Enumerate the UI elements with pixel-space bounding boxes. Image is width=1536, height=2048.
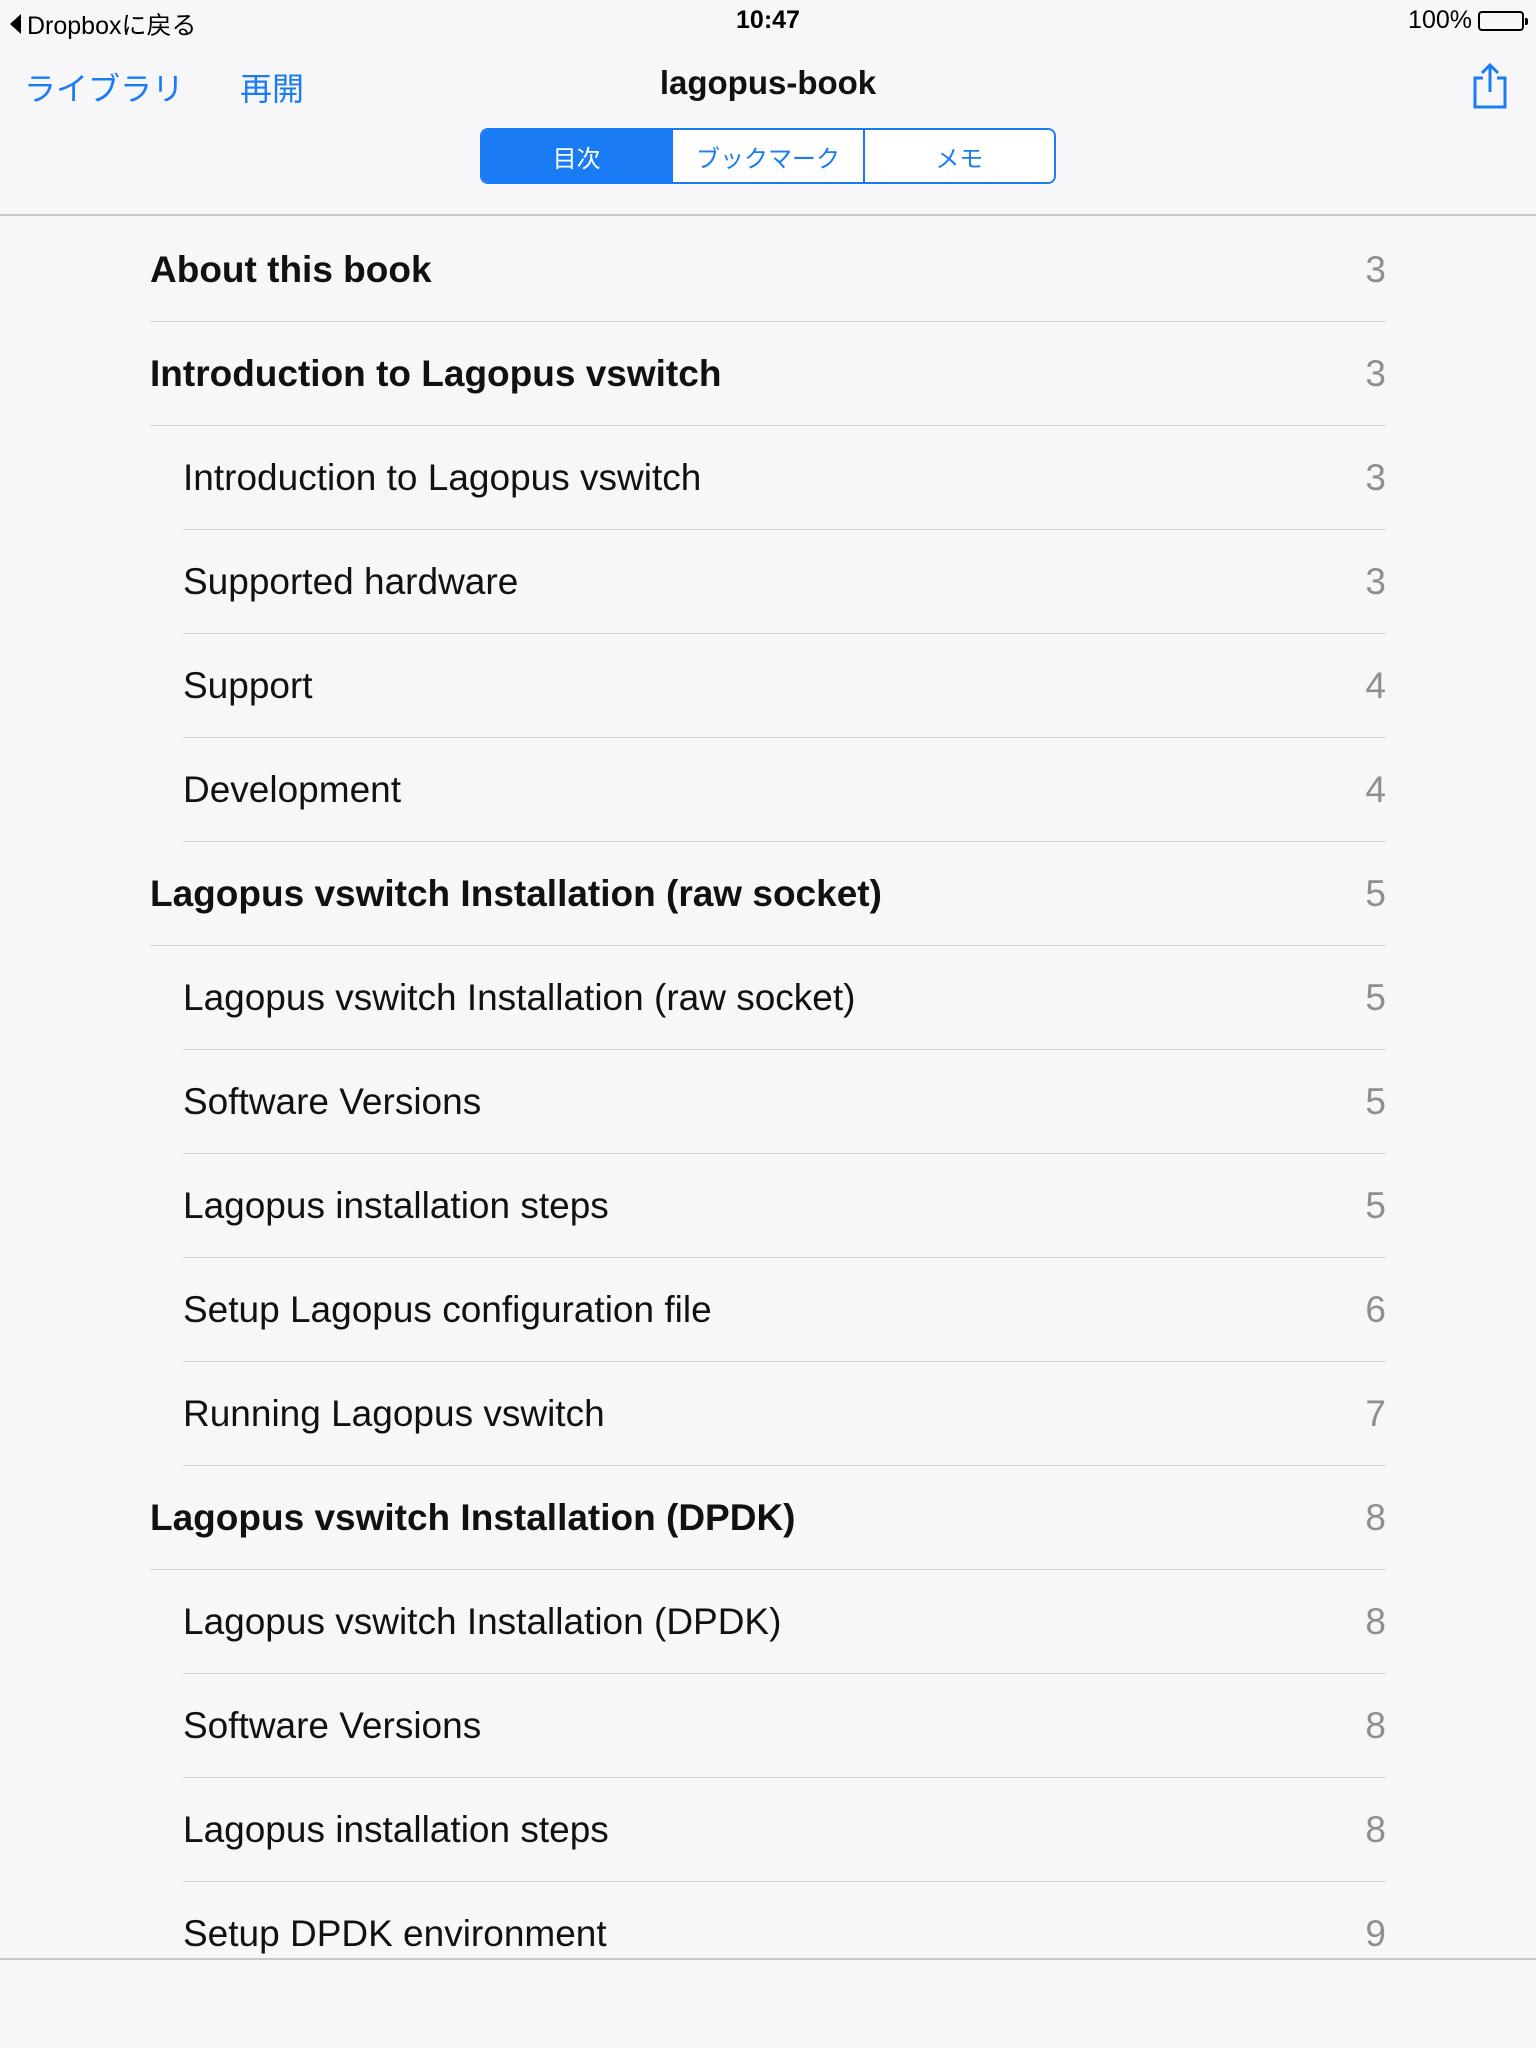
toc-entry-title: Lagopus installation steps (183, 1809, 609, 1850)
toc-section-row[interactable]: Setup Lagopus configuration file 6 (0, 1258, 1536, 1362)
toc-entry-title: Development (183, 769, 402, 810)
toc-segmented-control: 目次 ブックマーク メモ (480, 128, 1056, 184)
tab-contents[interactable]: 目次 (482, 130, 674, 182)
toc-section-row[interactable]: Support 4 (0, 634, 1536, 738)
toc-section-row[interactable]: Supported hardware 3 (0, 530, 1536, 634)
toc-section-row[interactable]: Introduction to Lagopus vswitch 3 (0, 426, 1536, 530)
toc-entry-title: Lagopus vswitch Installation (DPDK) (150, 1497, 796, 1538)
toc-entry-title: Lagopus vswitch Installation (DPDK) (183, 1601, 782, 1642)
toc-section-row[interactable]: Setup DPDK environment 9 (0, 1882, 1536, 1958)
table-of-contents: About this book 3 Introduction to Lagopus … (0, 218, 1536, 1958)
toc-entry-title: About this book (150, 249, 432, 290)
toc-section-row[interactable]: Lagopus installation steps 5 (0, 1154, 1536, 1258)
toc-chapter-row[interactable]: Lagopus vswitch Installation (raw socket… (0, 842, 1536, 946)
toc-page-number: 8 (1365, 1601, 1386, 1642)
toc-section-row[interactable]: Lagopus vswitch Installation (raw socket… (0, 946, 1536, 1050)
book-title: lagopus-book (659, 64, 877, 101)
toc-section-row[interactable]: Development 4 (0, 738, 1536, 842)
toc-entry-title: Lagopus vswitch Installation (raw socket… (150, 873, 882, 914)
battery-percent: 100% (1408, 6, 1472, 34)
toc-entry-title: Supported hardware (183, 561, 519, 602)
share-icon[interactable] (1470, 62, 1510, 110)
tab-notes[interactable]: メモ (864, 130, 1054, 182)
toc-page-number: 3 (1365, 353, 1386, 394)
navigation-bar: ライブラリ 再開 lagopus-book 目次 ブックマーク メモ (0, 40, 1536, 216)
tab-bookmarks[interactable]: ブックマーク (673, 130, 865, 182)
toc-page-number: 5 (1365, 873, 1386, 914)
toc-page-number: 3 (1365, 249, 1386, 290)
status-time: 10:47 (736, 6, 800, 34)
toc-entry-title: Setup DPDK environment (183, 1913, 607, 1954)
toc-section-row[interactable]: Software Versions 8 (0, 1674, 1536, 1778)
toc-entry-title: Setup Lagopus configuration file (183, 1289, 712, 1330)
toc-page-number: 7 (1365, 1393, 1386, 1434)
toc-section-row[interactable]: Software Versions 5 (0, 1050, 1536, 1154)
toc-chapter-row[interactable]: Introduction to Lagopus vswitch 3 (0, 322, 1536, 426)
toc-page-number: 4 (1365, 665, 1386, 706)
toc-entry-title: Software Versions (183, 1705, 482, 1746)
toc-section-row[interactable]: Lagopus vswitch Installation (DPDK) 8 (0, 1570, 1536, 1674)
toc-entry-title: Lagopus installation steps (183, 1185, 609, 1226)
toc-chapter-row[interactable]: About this book 3 (0, 218, 1536, 322)
toc-page-number: 3 (1365, 561, 1386, 602)
battery-indicator: 100% (1408, 6, 1528, 35)
toc-entry-title: Support (183, 665, 313, 706)
toc-page-number: 3 (1365, 457, 1386, 498)
toc-page-number: 8 (1365, 1705, 1386, 1746)
toc-entry-title: Introduction to Lagopus vswitch (150, 353, 722, 394)
toc-section-row[interactable]: Lagopus installation steps 8 (0, 1778, 1536, 1882)
status-bar: Dropboxに戻る 10:47 100% (0, 0, 1536, 40)
toc-page-number: 8 (1365, 1809, 1386, 1850)
toc-entry-title: Running Lagopus vswitch (183, 1393, 605, 1434)
toc-section-row[interactable]: Running Lagopus vswitch 7 (0, 1362, 1536, 1466)
toc-entry-title: Lagopus vswitch Installation (raw socket… (183, 977, 856, 1018)
toc-entry-title: Introduction to Lagopus vswitch (183, 457, 702, 498)
toc-page-number: 5 (1365, 1081, 1386, 1122)
toc-page-number: 4 (1365, 769, 1386, 810)
battery-icon (1478, 10, 1528, 31)
toc-page-number: 6 (1365, 1289, 1386, 1330)
toc-entry-title: Software Versions (183, 1081, 482, 1122)
toc-chapter-row[interactable]: Lagopus vswitch Installation (DPDK) 8 (0, 1466, 1536, 1570)
toc-page-number: 5 (1365, 1185, 1386, 1226)
toc-page-number: 5 (1365, 977, 1386, 1018)
bottom-toolbar (0, 1958, 1536, 2048)
toc-page-number: 8 (1365, 1497, 1386, 1538)
toc-page-number: 9 (1365, 1913, 1386, 1954)
